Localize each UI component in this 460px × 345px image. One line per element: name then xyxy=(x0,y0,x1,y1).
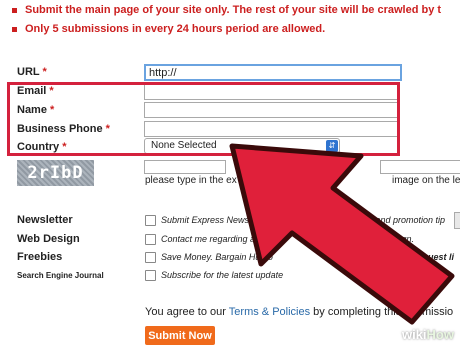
url-label: URL * xyxy=(17,66,47,78)
url-input[interactable] xyxy=(144,64,402,81)
captcha-image: 2rIbD xyxy=(17,160,94,186)
wikihow-watermark: wikiHow xyxy=(401,327,454,342)
business-phone-label: Business Phone * xyxy=(17,123,110,135)
web-design-text-right: sign. xyxy=(395,234,415,244)
country-selected-value: None Selected xyxy=(151,140,217,151)
terms-policies-link[interactable]: Terms & Policies xyxy=(229,306,310,318)
notice-main-page: Submit the main page of your site only. … xyxy=(12,4,460,16)
search-engine-journal-text: Subscribe for the latest update xyxy=(161,270,284,280)
submit-now-button[interactable]: Submit Now xyxy=(145,326,215,345)
web-design-text: Contact me regarding a ne xyxy=(161,234,268,244)
name-label: Name * xyxy=(17,104,55,116)
notice-main-page-text: Submit the main page of your site only. … xyxy=(25,4,442,16)
search-engine-journal-checkbox[interactable] xyxy=(145,270,156,281)
newsletter-checkbox[interactable] xyxy=(145,215,156,226)
name-input[interactable] xyxy=(144,102,400,118)
bullet-icon xyxy=(12,26,17,32)
captcha-hint-right: image on the left xyxy=(392,175,460,186)
search-engine-journal-label: Search Engine Journal xyxy=(17,271,104,280)
country-select[interactable]: None Selected ⇵ xyxy=(144,138,340,154)
freebies-text-right: the request li xyxy=(398,252,455,262)
bullet-icon xyxy=(12,7,17,13)
email-label: Email * xyxy=(17,85,54,97)
agreement-text: You agree to our Terms & Policies by com… xyxy=(145,306,454,318)
newsletter-text-right: ws and promotion tip xyxy=(362,215,446,225)
scroll-stub xyxy=(454,212,460,229)
newsletter-label: Newsletter xyxy=(17,214,73,226)
web-design-label: Web Design xyxy=(17,233,80,245)
web-design-checkbox[interactable] xyxy=(145,234,156,245)
captcha-input-stub-right[interactable] xyxy=(380,160,460,174)
captcha-input-stub[interactable] xyxy=(144,160,226,174)
select-arrows-icon: ⇵ xyxy=(326,140,338,152)
captcha-hint-left: please type in the ex xyxy=(145,175,237,186)
newsletter-text: Submit Express Newsle xyxy=(161,215,257,225)
search-engine-journal-text-right: ps in s xyxy=(406,270,433,280)
freebies-checkbox[interactable] xyxy=(145,252,156,263)
notice-submission-limit-text: Only 5 submissions in every 24 hours per… xyxy=(25,23,326,35)
freebies-text: Save Money. Bargain Hunto xyxy=(161,252,273,262)
notice-submission-limit: Only 5 submissions in every 24 hours per… xyxy=(12,23,460,35)
freebies-label: Freebies xyxy=(17,251,63,263)
country-label: Country * xyxy=(17,141,67,153)
email-input[interactable] xyxy=(144,84,400,100)
business-phone-input[interactable] xyxy=(144,121,400,137)
